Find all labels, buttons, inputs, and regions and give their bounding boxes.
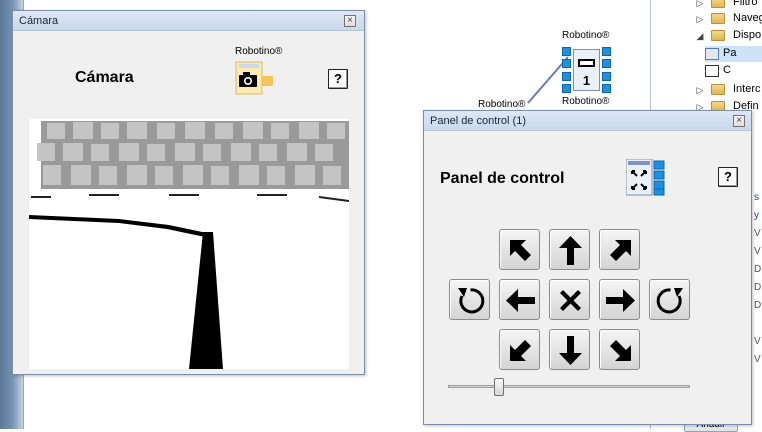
tree-item-dispositivos[interactable]: ◢ Dispo <box>651 28 762 44</box>
robotino-label: Robotino® <box>235 46 283 57</box>
arrow-right-icon <box>606 289 635 312</box>
truncated-link[interactable]: y <box>754 210 759 221</box>
window-heading: Cámara <box>75 69 134 86</box>
wall-blocks <box>37 121 349 189</box>
arrow-left-icon <box>506 289 535 312</box>
truncated-link[interactable]: V <box>754 246 761 257</box>
truncated-link[interactable]: D <box>754 300 761 311</box>
truncated-link[interactable]: s <box>754 192 759 203</box>
tree-item-label: Filtro <box>733 0 758 8</box>
window-title: Panel de control (1) <box>430 115 526 127</box>
truncated-link[interactable]: V <box>754 354 761 365</box>
window-title: Cámara <box>19 15 59 27</box>
slider-icon <box>705 65 719 77</box>
tree-item-camara[interactable]: C <box>705 63 762 79</box>
rotate-left-icon <box>458 288 485 314</box>
node-label-left: Robotino® <box>478 99 526 110</box>
tree-item-label: Interc <box>733 83 761 95</box>
move-left-button[interactable] <box>499 279 540 320</box>
arrow-down-left-icon <box>510 340 531 361</box>
arrow-up-right-icon <box>610 240 631 261</box>
move-backward-button[interactable] <box>549 329 590 370</box>
arrow-down-right-icon <box>610 340 631 361</box>
expand-icon[interactable]: ▷ <box>695 0 705 8</box>
move-down-left-button[interactable] <box>499 329 540 370</box>
move-forward-button[interactable] <box>549 229 590 270</box>
folder-icon <box>711 13 725 24</box>
tree-item-navegacion[interactable]: ▷ Naveg <box>651 11 762 27</box>
close-x-icon <box>560 290 581 311</box>
camera-image <box>29 119 349 369</box>
move-up-left-button[interactable] <box>499 229 540 270</box>
robotino-node-block[interactable]: 1 <box>562 47 612 93</box>
tree-item-label: C <box>723 64 731 76</box>
rotate-right-button[interactable] <box>649 279 690 320</box>
tree-item-interconexion[interactable]: ▷ Interc <box>651 82 762 98</box>
speed-slider-thumb[interactable] <box>494 378 505 396</box>
truncated-link[interactable]: D <box>754 264 761 275</box>
node-number: 1 <box>582 73 591 88</box>
help-button[interactable]: ? <box>718 167 738 187</box>
window-heading: Panel de control <box>440 170 565 187</box>
node-input-ports[interactable] <box>562 47 572 93</box>
rotate-right-icon <box>656 288 683 314</box>
folder-icon <box>711 84 725 95</box>
folder-icon <box>711 0 725 8</box>
expand-icon[interactable]: ▷ <box>695 14 705 24</box>
tree-item-label: Pa <box>723 47 737 59</box>
truncated-link[interactable]: V <box>754 336 761 347</box>
move-right-button[interactable] <box>599 279 640 320</box>
speed-slider-track[interactable] <box>448 385 690 388</box>
move-up-right-button[interactable] <box>599 229 640 270</box>
tree-item-panel[interactable]: Pa <box>705 46 762 62</box>
help-button[interactable]: ? <box>328 69 348 89</box>
arrow-down-icon <box>559 336 582 365</box>
camera-window-titlebar[interactable]: Cámara × <box>13 11 364 31</box>
node-body[interactable]: 1 <box>573 49 600 91</box>
control-window-titlebar[interactable]: Panel de control (1) × <box>424 111 751 131</box>
stop-button[interactable] <box>549 279 590 320</box>
close-button[interactable]: × <box>733 115 745 127</box>
node-label-top: Robotino® <box>562 30 610 41</box>
camera-window: Cámara × Cámara Robotino® ? <box>12 10 365 375</box>
rotate-left-button[interactable] <box>449 279 490 320</box>
arrow-up-icon <box>559 236 582 265</box>
truncated-link[interactable]: D <box>754 282 761 293</box>
move-down-right-button[interactable] <box>599 329 640 370</box>
camera-icon[interactable] <box>235 61 275 95</box>
tree-item-filtro[interactable]: ▷ Filtro <box>651 0 762 11</box>
folder-icon <box>711 30 725 41</box>
node-output-ports[interactable] <box>602 47 612 93</box>
truncated-link[interactable]: V <box>754 228 761 239</box>
collapse-icon[interactable]: ◢ <box>695 31 705 41</box>
control-panel-icon <box>705 48 719 60</box>
tree-item-label: Naveg <box>733 12 762 24</box>
expand-icon[interactable]: ▷ <box>695 85 705 95</box>
camera-feed <box>29 119 349 369</box>
node-bar-icon <box>578 59 595 67</box>
tree-item-label: Dispo <box>733 29 762 41</box>
arrow-up-left-icon <box>510 240 531 261</box>
control-panel-icon[interactable] <box>626 159 666 197</box>
close-button[interactable]: × <box>344 15 356 27</box>
